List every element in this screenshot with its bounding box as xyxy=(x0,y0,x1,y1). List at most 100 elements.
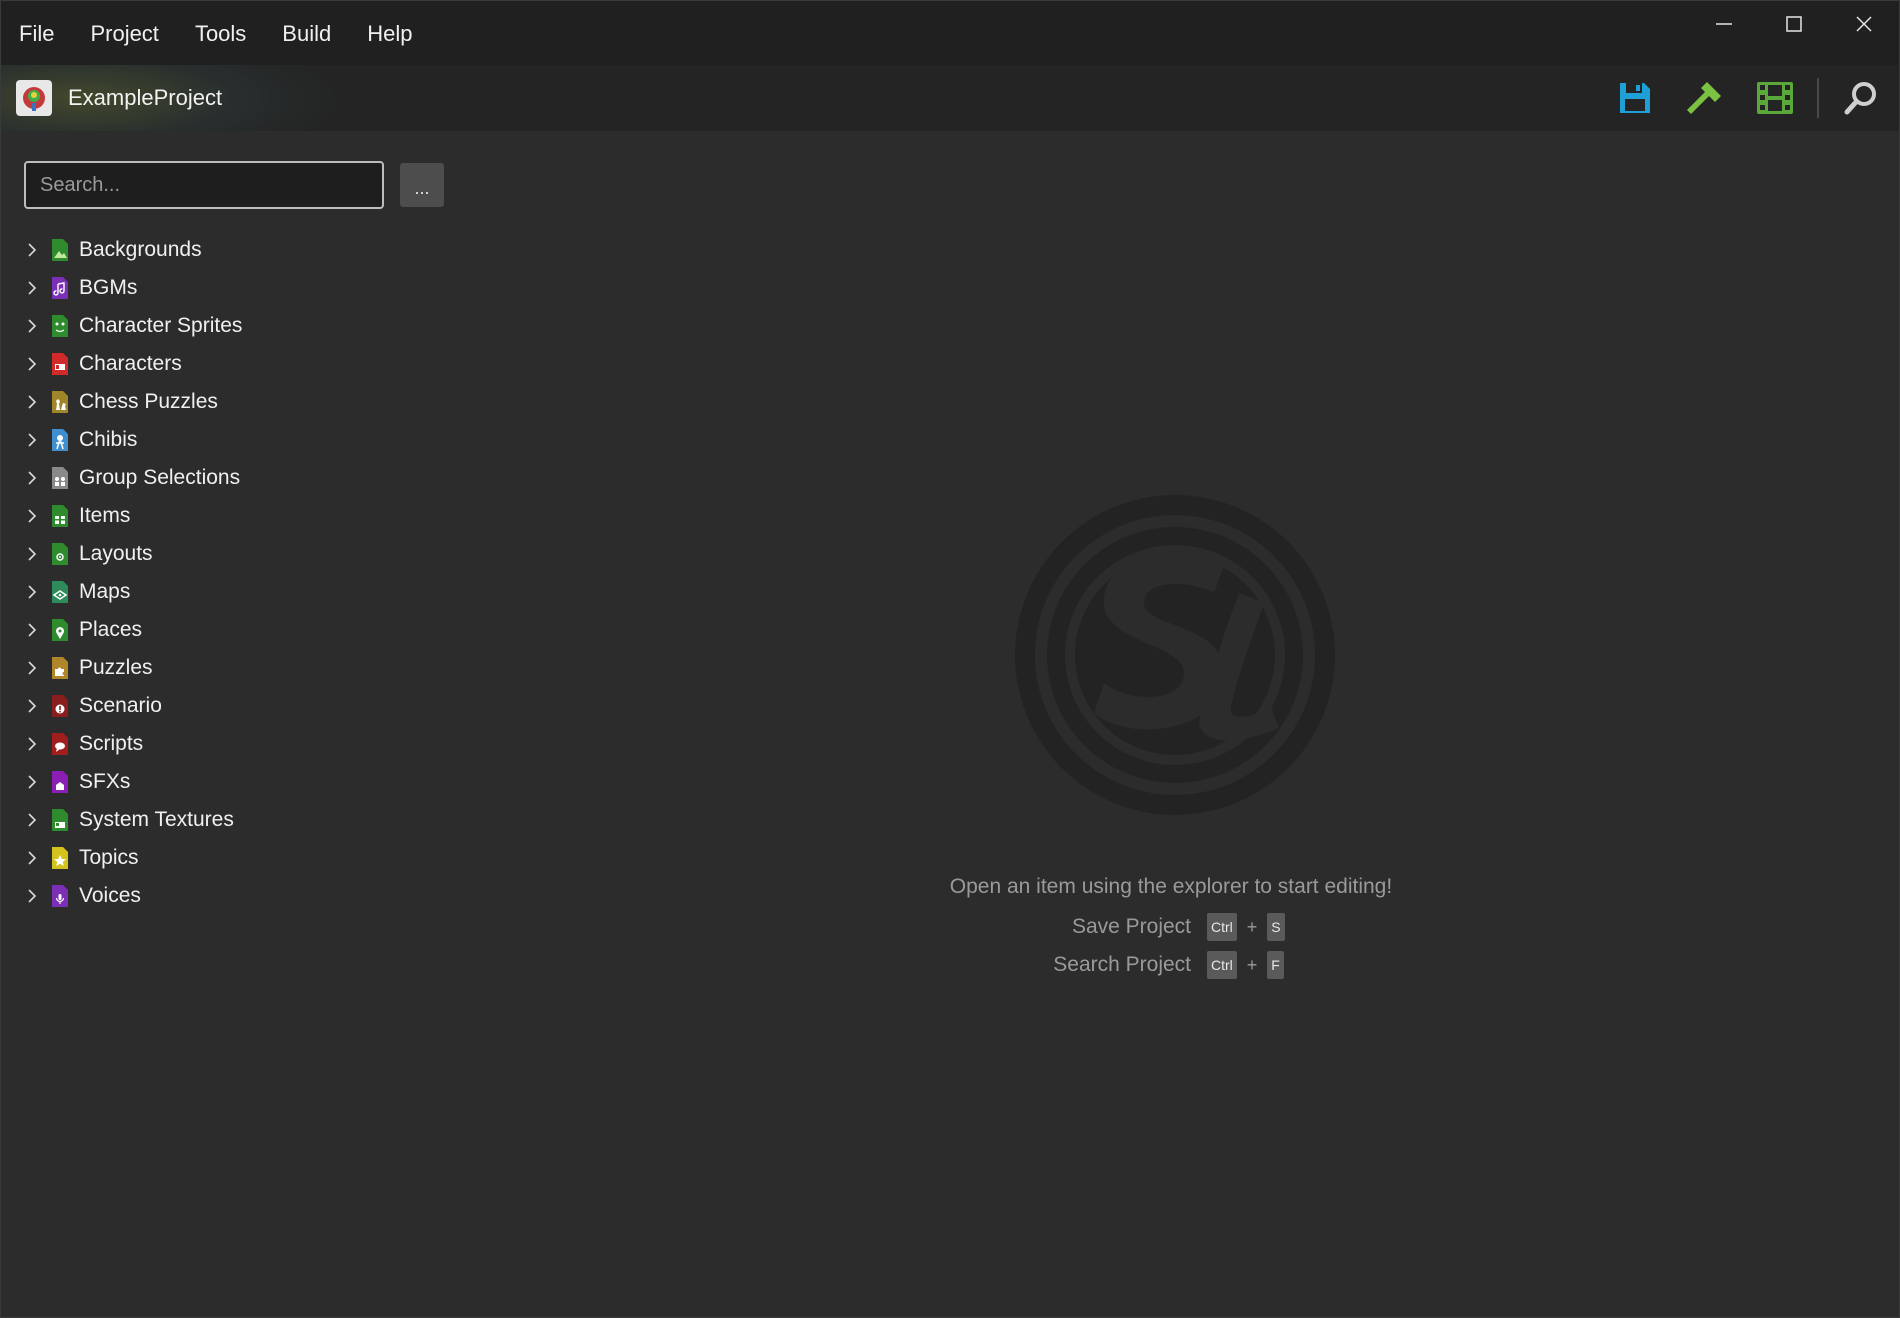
chess-icon xyxy=(51,390,69,414)
search-input[interactable] xyxy=(24,161,384,209)
tree-item-backgrounds[interactable]: Backgrounds xyxy=(23,231,242,269)
save-icon xyxy=(1620,83,1650,113)
tree-item-label: Maps xyxy=(79,580,131,603)
tree-item-label: Chibis xyxy=(79,428,138,451)
toolbar-separator xyxy=(1817,78,1819,118)
chevron-right-icon[interactable] xyxy=(23,238,41,262)
project-name: ExampleProject xyxy=(68,85,223,110)
app-watermark-logo-icon xyxy=(1015,495,1335,815)
chevron-right-icon[interactable] xyxy=(23,466,41,490)
key-plus: + xyxy=(1246,954,1258,975)
close-button[interactable] xyxy=(1829,1,1899,47)
editor-empty-state: Open an item using the explorer to start… xyxy=(441,131,1899,1317)
hammer-icon xyxy=(1687,82,1721,114)
shortcut-label: Search Project xyxy=(1053,953,1191,976)
key-s: S xyxy=(1267,913,1285,941)
tree-item-label: Places xyxy=(79,618,143,641)
scenario-icon xyxy=(51,694,69,718)
more-options-button[interactable]: ... xyxy=(400,163,444,207)
chevron-right-icon[interactable] xyxy=(23,732,41,756)
tree-item-label: BGMs xyxy=(79,276,138,299)
project-toolbar xyxy=(1593,65,1889,131)
pin-icon xyxy=(51,618,69,642)
build-button[interactable] xyxy=(1677,70,1733,126)
tree-item-chess-puzzles[interactable]: Chess Puzzles xyxy=(23,383,242,421)
save-button[interactable] xyxy=(1607,70,1663,126)
menu-build[interactable]: Build xyxy=(264,1,349,65)
tree-item-items[interactable]: Items xyxy=(23,497,242,535)
group-icon xyxy=(51,466,69,490)
explorer-tree: Backgrounds BGMs Character Sprites Chara… xyxy=(23,231,242,915)
tree-item-voices[interactable]: Voices xyxy=(23,877,242,915)
run-button[interactable] xyxy=(1747,70,1803,126)
tree-item-scenario[interactable]: Scenario xyxy=(23,687,242,725)
tree-item-maps[interactable]: Maps xyxy=(23,573,242,611)
layout-icon xyxy=(51,542,69,566)
star-icon xyxy=(51,846,69,870)
project-header: ExampleProject xyxy=(1,65,1899,131)
chevron-right-icon[interactable] xyxy=(23,542,41,566)
tree-item-label: Voices xyxy=(79,884,141,907)
chevron-right-icon[interactable] xyxy=(23,656,41,680)
empty-state-message: Open an item using the explorer to start… xyxy=(949,875,1393,898)
menu-project[interactable]: Project xyxy=(72,1,176,65)
tree-item-topics[interactable]: Topics xyxy=(23,839,242,877)
chevron-right-icon[interactable] xyxy=(23,390,41,414)
tree-item-characters[interactable]: Characters xyxy=(23,345,242,383)
speech-icon xyxy=(51,732,69,756)
menu-help[interactable]: Help xyxy=(349,1,430,65)
search-icon xyxy=(1844,82,1876,115)
shortcut-search: Search Project Ctrl + F xyxy=(1051,951,1284,979)
shortcut-save: Save Project Ctrl + S xyxy=(1071,913,1285,941)
chibi-icon xyxy=(51,428,69,452)
chevron-right-icon[interactable] xyxy=(23,314,41,338)
tree-item-label: Layouts xyxy=(79,542,153,565)
chevron-right-icon[interactable] xyxy=(23,884,41,908)
tree-item-bgms[interactable]: BGMs xyxy=(23,269,242,307)
menu-tools[interactable]: Tools xyxy=(177,1,264,65)
chevron-right-icon[interactable] xyxy=(23,808,41,832)
tree-item-chibis[interactable]: Chibis xyxy=(23,421,242,459)
chevron-right-icon[interactable] xyxy=(23,846,41,870)
tree-item-places[interactable]: Places xyxy=(23,611,242,649)
tree-item-group-selections[interactable]: Group Selections xyxy=(23,459,242,497)
chevron-right-icon[interactable] xyxy=(23,580,41,604)
key-f: F xyxy=(1267,951,1284,979)
explorer-search-row: ... xyxy=(24,161,444,209)
project-logo-icon xyxy=(16,80,52,116)
tree-item-label: Group Selections xyxy=(79,466,241,489)
tree-item-label: Items xyxy=(79,504,131,527)
tree-item-puzzles[interactable]: Puzzles xyxy=(23,649,242,687)
chevron-right-icon[interactable] xyxy=(23,618,41,642)
window-controls xyxy=(1689,1,1899,47)
tree-item-sfxs[interactable]: SFXs xyxy=(23,763,242,801)
tree-item-system-textures[interactable]: System Textures xyxy=(23,801,242,839)
key-plus: + xyxy=(1246,916,1258,937)
chevron-right-icon[interactable] xyxy=(23,428,41,452)
gift-icon xyxy=(51,504,69,528)
map-icon xyxy=(51,580,69,604)
app-window: File Project Tools Build Help ExamplePro… xyxy=(0,0,1900,1318)
shortcut-label: Save Project xyxy=(1071,915,1191,938)
tree-item-character-sprites[interactable]: Character Sprites xyxy=(23,307,242,345)
texture-icon xyxy=(51,808,69,832)
tree-item-layouts[interactable]: Layouts xyxy=(23,535,242,573)
chevron-right-icon[interactable] xyxy=(23,770,41,794)
film-icon xyxy=(1757,82,1793,114)
chevron-right-icon[interactable] xyxy=(23,352,41,376)
tree-item-label: Character Sprites xyxy=(79,314,243,337)
minimize-button[interactable] xyxy=(1689,1,1759,47)
tree-item-scripts[interactable]: Scripts xyxy=(23,725,242,763)
key-ctrl: Ctrl xyxy=(1207,951,1237,979)
tree-item-label: Puzzles xyxy=(79,656,153,679)
key-ctrl: Ctrl xyxy=(1207,913,1237,941)
chevron-right-icon[interactable] xyxy=(23,504,41,528)
maximize-button[interactable] xyxy=(1759,1,1829,47)
tree-item-label: Chess Puzzles xyxy=(79,390,218,413)
chevron-right-icon[interactable] xyxy=(23,276,41,300)
tree-item-label: Characters xyxy=(79,352,182,375)
search-project-button[interactable] xyxy=(1833,70,1889,126)
chevron-right-icon[interactable] xyxy=(23,694,41,718)
image-icon xyxy=(51,238,69,262)
menu-file[interactable]: File xyxy=(1,1,72,65)
